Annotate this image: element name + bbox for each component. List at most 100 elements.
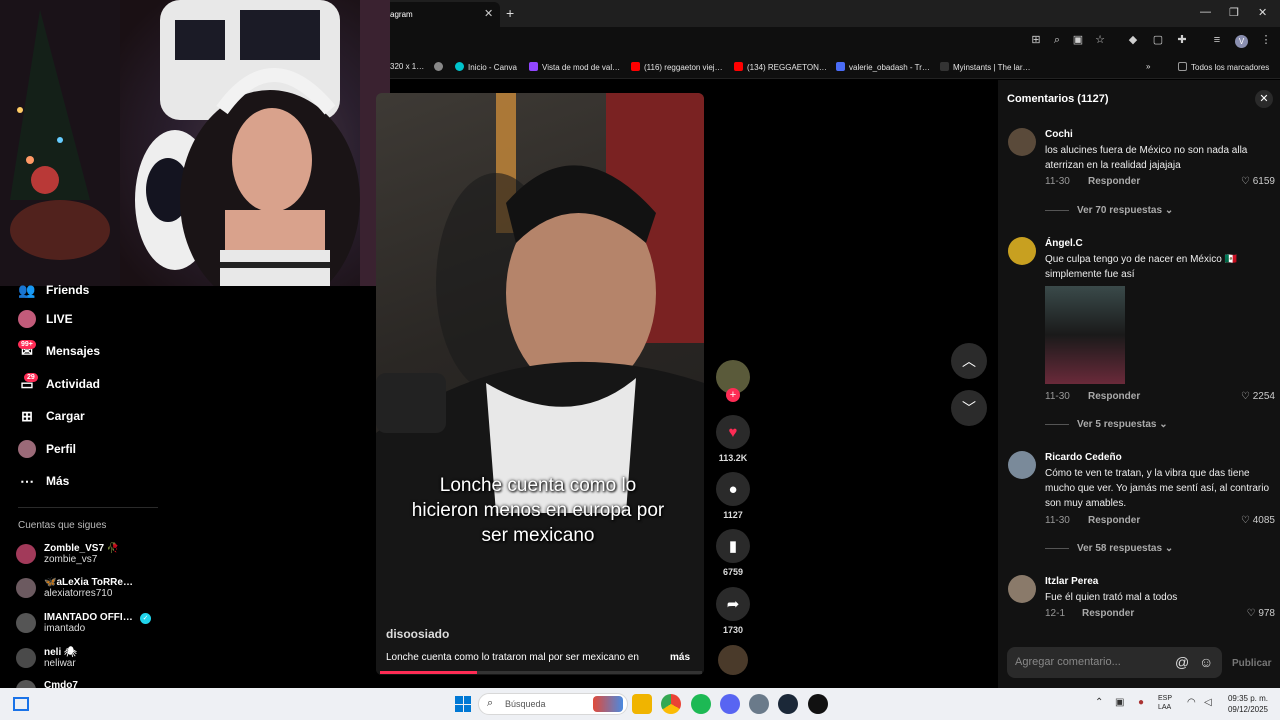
- bookmark-item[interactable]: valerie_obadash - Tr…: [836, 62, 930, 72]
- extension-icon[interactable]: ◆: [1127, 34, 1139, 46]
- tab-title: agram: [390, 10, 413, 19]
- bookmark-item[interactable]: (116) reggaeton viej…: [631, 62, 723, 72]
- bookmark-item[interactable]: Inicio - Canva: [455, 62, 517, 72]
- translate-icon[interactable]: ⊞: [1030, 34, 1042, 46]
- menu-kebab-icon[interactable]: ⋮: [1260, 34, 1272, 46]
- comment-avatar[interactable]: [1008, 237, 1036, 265]
- following-item[interactable]: IMANTADO OFFI… imantado: [16, 612, 133, 634]
- share-action[interactable]: ➦ 1730: [716, 587, 750, 635]
- comment-user[interactable]: Cochi: [1045, 129, 1073, 140]
- language-indicator[interactable]: ESP LAA: [1158, 694, 1172, 712]
- comment-like[interactable]: ♡ 978: [1225, 608, 1275, 619]
- previous-video-button[interactable]: ︿: [951, 343, 987, 379]
- view-replies[interactable]: Ver 58 respuestas ⌄: [1045, 543, 1173, 554]
- bookmark-item[interactable]: 320 x 1…: [390, 62, 424, 71]
- taskbar-clock[interactable]: 09:35 p. m. 09/12/2025: [1222, 693, 1268, 715]
- comment-avatar[interactable]: [1008, 128, 1036, 156]
- bookmarks-overflow-icon[interactable]: »: [1146, 62, 1150, 71]
- comment-avatar[interactable]: [1008, 575, 1036, 603]
- close-comments-icon[interactable]: ✕: [1255, 90, 1273, 108]
- bookmark-item[interactable]: Myinstants | The lar…: [940, 62, 1031, 72]
- webcam-scene: [0, 0, 390, 286]
- discord-icon[interactable]: [720, 694, 740, 714]
- video-author[interactable]: disoosiado: [386, 627, 449, 641]
- bookmark-item[interactable]: Vista de mod de val…: [529, 62, 620, 72]
- comment-input[interactable]: Agregar comentario...: [1007, 647, 1222, 678]
- comment-action[interactable]: ● 1127: [716, 472, 750, 520]
- sound-disc-icon[interactable]: [718, 645, 748, 675]
- comment-like[interactable]: ♡ 4085: [1225, 515, 1275, 526]
- reply-button[interactable]: Responder: [1088, 515, 1140, 526]
- browser-tab-active[interactable]: agram: [380, 2, 500, 27]
- comment-date: 11-30: [1045, 391, 1070, 402]
- comment-like[interactable]: ♡ 6159: [1225, 176, 1275, 187]
- heart-icon[interactable]: ♥: [716, 415, 750, 449]
- more-link[interactable]: más: [670, 652, 690, 663]
- view-replies[interactable]: Ver 70 respuestas ⌄: [1045, 205, 1173, 216]
- comment-user[interactable]: Ángel.C: [1045, 238, 1083, 249]
- emoji-icon[interactable]: ☺: [1199, 654, 1213, 670]
- media-icon[interactable]: ≡: [1211, 34, 1223, 46]
- save-action[interactable]: ▮ 6759: [716, 529, 750, 577]
- all-bookmarks-folder[interactable]: Todos los marcadores: [1178, 62, 1269, 72]
- tray-app-icon[interactable]: ▣: [1115, 697, 1124, 708]
- bookmark-item[interactable]: [434, 62, 447, 72]
- volume-icon[interactable]: ◁: [1204, 697, 1212, 708]
- following-title: Cuentas que sigues: [18, 520, 107, 531]
- sidebar-item-more[interactable]: ⋯ Más: [18, 472, 69, 490]
- chrome-icon[interactable]: [661, 694, 681, 714]
- next-video-button[interactable]: ﹀: [951, 390, 987, 426]
- reply-button[interactable]: Responder: [1088, 391, 1140, 402]
- follow-plus-icon[interactable]: +: [726, 388, 740, 402]
- sidebar-item-live[interactable]: LIVE: [18, 310, 73, 328]
- bookmark-star-icon[interactable]: ☆: [1094, 34, 1106, 46]
- comment-image[interactable]: [1045, 286, 1125, 384]
- file-explorer-icon[interactable]: [632, 694, 652, 714]
- new-tab-icon[interactable]: +: [506, 5, 514, 21]
- video-frame: [376, 93, 704, 675]
- mention-icon[interactable]: @: [1175, 654, 1189, 670]
- following-item[interactable]: Zomble_VS7 🥀 zombie_vs7: [16, 543, 119, 565]
- tray-chevron-icon[interactable]: ⌃: [1095, 697, 1103, 708]
- install-icon[interactable]: ▣: [1072, 34, 1084, 46]
- comment-icon[interactable]: ●: [716, 472, 750, 506]
- following-item[interactable]: Cmdo7: [16, 680, 78, 688]
- spotify-icon[interactable]: [691, 694, 711, 714]
- comment-user[interactable]: Ricardo Cedeño: [1045, 452, 1122, 463]
- sidebar-item-upload[interactable]: ⊞ Cargar: [18, 407, 85, 425]
- divider: [18, 507, 158, 508]
- comment-avatar[interactable]: [1008, 451, 1036, 479]
- video-player[interactable]: [376, 93, 704, 675]
- comment-user[interactable]: Itzlar Perea: [1045, 576, 1098, 587]
- minimize-icon[interactable]: —: [1200, 6, 1211, 18]
- comment-like[interactable]: ♡ 2254: [1225, 391, 1275, 402]
- settings-icon[interactable]: [749, 694, 769, 714]
- app-icon[interactable]: [808, 694, 828, 714]
- like-action[interactable]: ♥ 113.2K: [716, 415, 750, 463]
- sidebar-item-friends[interactable]: 👥 Friends: [18, 281, 89, 299]
- steam-icon[interactable]: [778, 694, 798, 714]
- reply-button[interactable]: Responder: [1082, 608, 1134, 619]
- publish-button[interactable]: Publicar: [1232, 658, 1271, 669]
- profile-avatar[interactable]: V: [1235, 35, 1248, 48]
- tab-close-icon[interactable]: ✕: [484, 7, 493, 20]
- puzzle-icon[interactable]: ✚: [1176, 34, 1188, 46]
- zoom-icon[interactable]: ⌕: [1051, 34, 1063, 46]
- chevron-down-icon: ⌄: [1164, 205, 1174, 216]
- following-item[interactable]: neli 🕷 neliwar: [16, 647, 77, 669]
- bookmark-item[interactable]: (134) REGGAETON…: [734, 62, 827, 72]
- reply-button[interactable]: Responder: [1088, 176, 1140, 187]
- chevron-down-icon: ﹀: [962, 400, 976, 416]
- widgets-icon[interactable]: [13, 697, 29, 711]
- restore-icon[interactable]: ❐: [1229, 6, 1239, 19]
- view-replies[interactable]: Ver 5 respuestas ⌄: [1045, 419, 1168, 430]
- start-icon[interactable]: [455, 696, 471, 712]
- extension-2-icon[interactable]: ▢: [1152, 34, 1164, 46]
- following-item[interactable]: 🦋aLeXia ToRRe… alexiatorres710: [16, 577, 133, 599]
- tray-app-2-icon[interactable]: ●: [1138, 697, 1144, 708]
- wifi-icon[interactable]: ◠: [1187, 697, 1196, 708]
- bookmark-icon[interactable]: ▮: [716, 529, 750, 563]
- window-close-icon[interactable]: ✕: [1258, 6, 1267, 19]
- share-icon[interactable]: ➦: [716, 587, 750, 621]
- sidebar-item-profile[interactable]: Perfil: [18, 440, 76, 458]
